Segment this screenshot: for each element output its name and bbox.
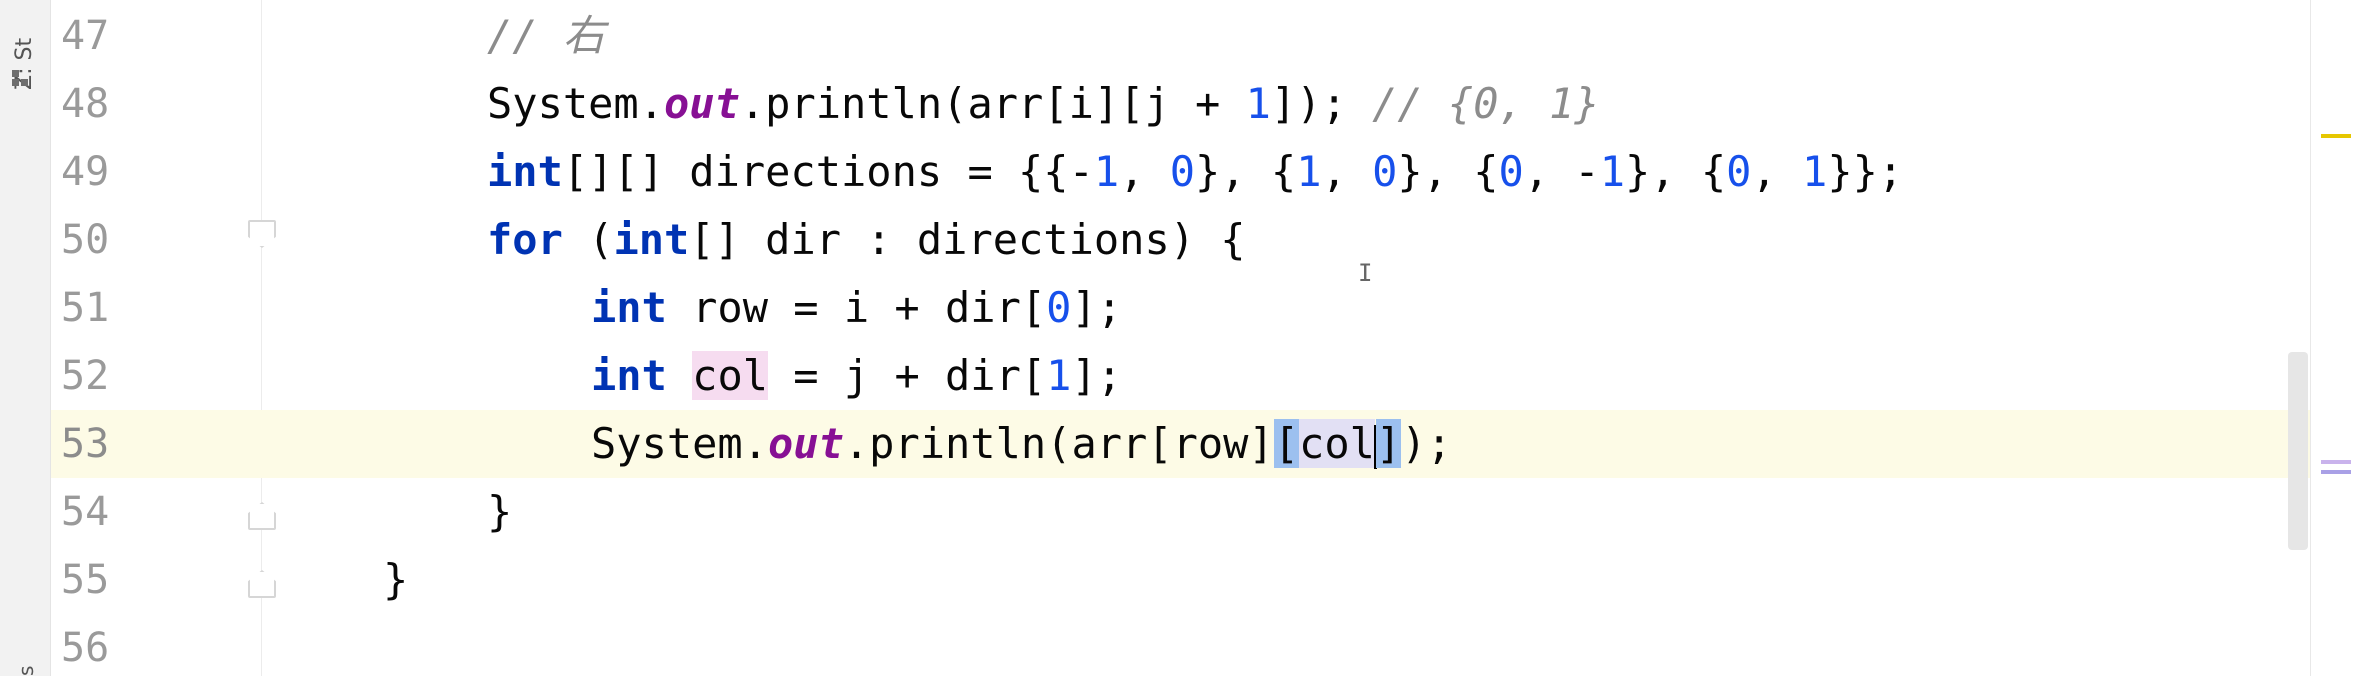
code-token: ]; bbox=[1071, 351, 1123, 400]
keyword-token: int bbox=[487, 147, 563, 196]
warning-marker[interactable] bbox=[2321, 134, 2351, 138]
usage-marker[interactable] bbox=[2321, 460, 2351, 464]
line-number: 50 bbox=[61, 217, 110, 263]
static-field-token: out bbox=[768, 419, 844, 468]
comment: // 右 bbox=[487, 11, 605, 60]
code-token: ]; bbox=[1071, 283, 1123, 332]
code-line-49[interactable]: 49 int[][] directions = {{-1, 0}, {1, 0}… bbox=[51, 138, 2310, 206]
code-token: ( bbox=[562, 215, 614, 264]
number-literal: 1 bbox=[1093, 147, 1120, 196]
code-line-55[interactable]: 55 } bbox=[51, 546, 2310, 614]
number-literal: 0 bbox=[1726, 147, 1752, 196]
code-token: System. bbox=[487, 79, 665, 128]
code-token: .println(arr[row] bbox=[843, 419, 1274, 468]
code-text[interactable]: // 右 bbox=[487, 2, 605, 70]
tool-window-strip: Z: St s bbox=[0, 0, 51, 676]
code-line-54[interactable]: 54 } bbox=[51, 478, 2310, 546]
number-literal: 1 bbox=[1296, 147, 1322, 196]
number-literal: 1 bbox=[1046, 351, 1072, 400]
line-number: 55 bbox=[61, 557, 110, 603]
number-literal: 1 bbox=[1245, 79, 1271, 128]
fold-end-icon[interactable] bbox=[248, 570, 276, 598]
code-token: }, { bbox=[1195, 147, 1297, 196]
structure-icon[interactable] bbox=[12, 70, 30, 88]
code-token: = j + dir[ bbox=[768, 351, 1047, 400]
matched-bracket: [ bbox=[1273, 419, 1300, 468]
error-stripe[interactable] bbox=[2310, 0, 2360, 676]
code-token: }, { bbox=[1624, 147, 1727, 196]
code-token: ); bbox=[1401, 419, 1452, 468]
line-number: 54 bbox=[61, 489, 110, 535]
highlighted-variable: col bbox=[692, 351, 769, 400]
code-text[interactable]: int[][] directions = {{-1, 0}, {1, 0}, {… bbox=[487, 138, 1903, 206]
line-number: 47 bbox=[61, 13, 110, 59]
vertical-scrollbar-thumb[interactable] bbox=[2288, 352, 2308, 550]
code-token: , bbox=[1321, 147, 1373, 196]
code-line-50[interactable]: 50 for (int[] dir : directions) { bbox=[51, 206, 2310, 274]
code-token: , - bbox=[1523, 147, 1600, 196]
code-text[interactable]: } bbox=[383, 546, 408, 614]
code-token: , bbox=[1751, 147, 1803, 196]
code-line-47[interactable]: 47 // 右 bbox=[51, 2, 2310, 70]
fold-end-icon[interactable] bbox=[248, 502, 276, 530]
line-number: 53 bbox=[61, 421, 110, 467]
usage-marker[interactable] bbox=[2321, 470, 2351, 474]
number-literal: 1 bbox=[1802, 147, 1828, 196]
code-token: } bbox=[383, 555, 409, 604]
code-text[interactable]: int row = i + dir[0]; bbox=[591, 274, 1122, 342]
bracket-content: col bbox=[1299, 419, 1375, 468]
code-token: , bbox=[1119, 147, 1170, 196]
static-field-token: out bbox=[664, 79, 740, 128]
line-number: 49 bbox=[61, 149, 110, 195]
code-token: ]); bbox=[1270, 79, 1373, 128]
code-text[interactable]: for (int[] dir : directions) { bbox=[487, 206, 1246, 274]
keyword-token: for bbox=[487, 215, 563, 264]
code-token: }, { bbox=[1397, 147, 1499, 196]
number-literal: 0 bbox=[1372, 147, 1398, 196]
keyword-token: int bbox=[591, 283, 667, 332]
code-text[interactable]: } bbox=[487, 478, 512, 546]
matched-bracket: ] bbox=[1375, 419, 1402, 468]
code-token: [] dir : directions) { bbox=[689, 215, 1246, 264]
number-literal: 0 bbox=[1046, 283, 1072, 332]
code-token: [][] directions = {{- bbox=[562, 147, 1094, 196]
code-text[interactable]: System.out.println(arr[i][j + 1]); // {0… bbox=[487, 70, 1600, 138]
keyword-token: int bbox=[591, 351, 667, 400]
code-text[interactable]: int col = j + dir[1]; bbox=[591, 342, 1122, 410]
code-token: }}; bbox=[1827, 147, 1904, 196]
number-literal: 0 bbox=[1498, 147, 1524, 196]
line-number: 51 bbox=[61, 285, 110, 331]
code-token: row = i + dir[ bbox=[666, 283, 1047, 332]
mouse-ibeam-cursor-icon: I bbox=[1358, 259, 1373, 287]
line-number: 52 bbox=[61, 353, 110, 399]
code-line-53-current[interactable]: 53 System.out.println(arr[row][col]); bbox=[51, 410, 2310, 478]
comment: // {0, 1} bbox=[1372, 79, 1600, 128]
code-token: .println(arr[i][j + bbox=[739, 79, 1246, 128]
bottom-tool-window-tab[interactable]: s bbox=[14, 652, 44, 676]
fold-collapse-icon[interactable] bbox=[248, 220, 276, 248]
code-text[interactable]: System.out.println(arr[row][col]); bbox=[591, 410, 1452, 478]
code-line-52[interactable]: 52 int col = j + dir[1]; bbox=[51, 342, 2310, 410]
line-number: 56 bbox=[61, 625, 110, 671]
number-literal: 0 bbox=[1169, 147, 1196, 196]
keyword-token: int bbox=[613, 215, 690, 264]
code-line-56[interactable]: 56 bbox=[51, 614, 2310, 682]
code-line-51[interactable]: 51 int row = i + dir[0]; bbox=[51, 274, 2310, 342]
code-token: System. bbox=[591, 419, 769, 468]
line-number: 48 bbox=[61, 81, 110, 127]
code-line-48[interactable]: 48 System.out.println(arr[i][j + 1]); //… bbox=[51, 70, 2310, 138]
number-literal: 1 bbox=[1599, 147, 1625, 196]
code-token: } bbox=[487, 487, 513, 536]
